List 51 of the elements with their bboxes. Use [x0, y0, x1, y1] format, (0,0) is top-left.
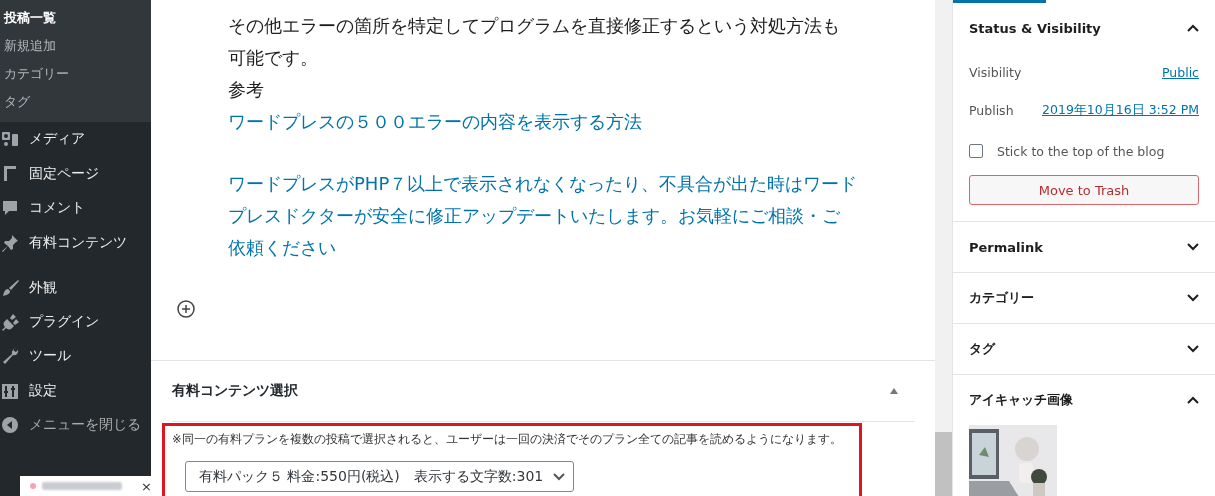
- field-label: Visibility: [969, 64, 1022, 80]
- plan-note: ※同一の有料プランを複数の投稿で選択されると、ユーザーは一回の決済でそのプラン全ての記事を読めるようになります。: [172, 432, 842, 447]
- panel-title[interactable]: カテゴリー: [969, 289, 1034, 307]
- submenu-item[interactable]: 投稿一覧: [0, 4, 151, 32]
- collapse-arrow-icon[interactable]: [889, 387, 899, 395]
- dot-icon: [30, 483, 36, 489]
- submenu-item[interactable]: カテゴリー: [0, 60, 151, 88]
- trash-button[interactable]: Move to Trash: [969, 175, 1199, 205]
- field-link[interactable]: Public: [1162, 64, 1199, 80]
- speech-bubble-icon[interactable]: [1, 199, 19, 218]
- field-label: Publish: [969, 102, 1014, 118]
- chevron-icon[interactable]: [1187, 243, 1199, 251]
- brush-icon[interactable]: [1, 278, 19, 297]
- chevron-icon[interactable]: [1187, 396, 1199, 404]
- chevron-icon[interactable]: [1187, 24, 1199, 32]
- menu-item[interactable]: メディア: [29, 130, 85, 149]
- menu-item[interactable]: プラグイン: [29, 312, 99, 331]
- link[interactable]: ワードプレスがPHP７以上で表示されなくなったり、不具合が出た時はワード プレスドクターが安全に修正アップデートいたします。お気軽にご相談・ご 依頼ください: [228, 168, 858, 264]
- panel-title[interactable]: タグ: [969, 340, 995, 358]
- checkbox-label[interactable]: Stick to the top of the blog: [997, 143, 1165, 159]
- menu-item[interactable]: 設定: [29, 381, 57, 400]
- chevron-icon[interactable]: [1187, 345, 1199, 353]
- menu-item[interactable]: 固定ページ: [29, 164, 99, 183]
- media-icon[interactable]: [1, 130, 19, 149]
- menu-item[interactable]: コメント: [29, 199, 85, 218]
- collapse-icon[interactable]: [1, 416, 19, 435]
- paragraph: その他エラーの箇所を特定してプログラムを直接修正するという対処方法も 可能です。: [228, 14, 840, 70]
- scrollbar-thumb[interactable]: [935, 432, 952, 496]
- pin-icon[interactable]: [1, 233, 19, 252]
- link[interactable]: ワードプレスの５００エラーの内容を表示する方法: [228, 106, 642, 138]
- menu-item[interactable]: 外観: [29, 278, 57, 297]
- field-link[interactable]: 2019年10月16日 3:52 PM: [1042, 101, 1199, 119]
- panel-title[interactable]: Status & Visibility: [969, 20, 1101, 36]
- sliders-icon[interactable]: [1, 381, 19, 400]
- panel-title[interactable]: アイキャッチ画像: [969, 391, 1073, 409]
- menu-item[interactable]: 有料コンテンツ: [29, 233, 127, 252]
- plan-select[interactable]: 有料パック５ 料金:550円(税込) 表示する文字数:301: [185, 461, 575, 492]
- chevron-icon[interactable]: [1187, 294, 1199, 302]
- wrench-icon[interactable]: [1, 347, 19, 366]
- caret-icon[interactable]: [553, 472, 566, 481]
- menu-item[interactable]: ツール: [29, 347, 71, 366]
- close-button[interactable]: ×: [141, 478, 158, 494]
- plug-icon[interactable]: [1, 312, 19, 331]
- panel-title[interactable]: Permalink: [969, 239, 1043, 255]
- menu-item[interactable]: メニューを閉じる: [29, 416, 141, 435]
- meta-box-title: 有料コンテンツ選択: [172, 382, 298, 400]
- submenu-item[interactable]: タグ: [0, 88, 151, 116]
- paragraph: 参考: [228, 78, 264, 102]
- submenu-item[interactable]: 新規追加: [0, 32, 151, 60]
- add-block-icon[interactable]: [176, 299, 196, 319]
- sticky-checkbox[interactable]: [969, 144, 983, 158]
